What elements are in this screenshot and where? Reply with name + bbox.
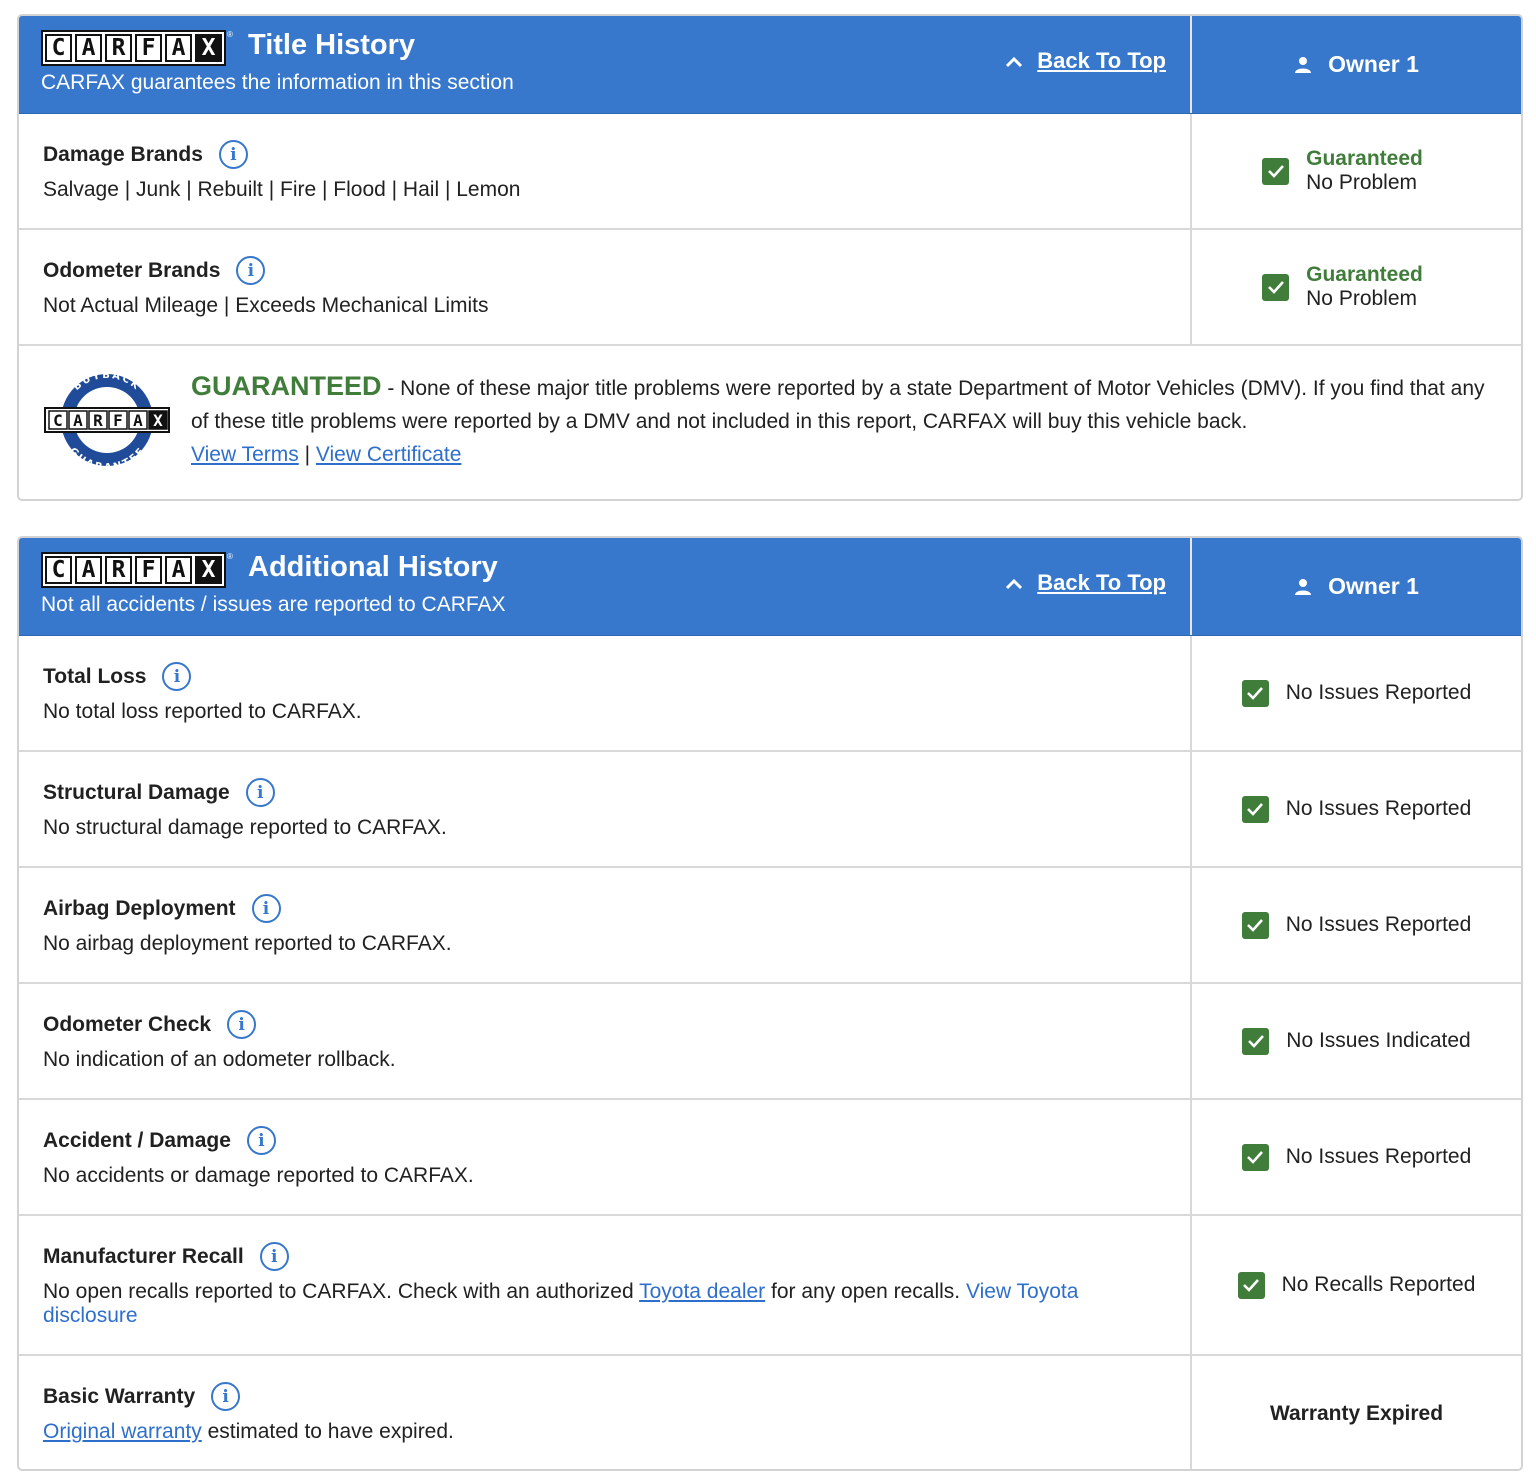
checkmark-icon [1241, 1143, 1269, 1171]
guarantee-text: - None of these major title problems wer… [191, 377, 1485, 433]
person-icon [1294, 578, 1312, 596]
status-badge: Guaranteed No Problem [1262, 147, 1423, 195]
odometer-check-row: Odometer Check i No indication of an odom… [19, 984, 1521, 1100]
manufacturer-recall-row: Manufacturer Recall i No open recalls rep… [19, 1216, 1521, 1356]
airbag-deployment-row: Airbag Deployment i No airbag deployment … [19, 868, 1521, 984]
basic-warranty-row: Basic Warranty i Original warranty estima… [19, 1356, 1521, 1469]
status-badge: No Issues Reported [1241, 795, 1471, 823]
accident-damage-row: Accident / Damage i No accidents or damag… [19, 1100, 1521, 1216]
svg-text:R: R [93, 411, 103, 430]
total-loss-row: Total Loss i No total loss reported to CA… [19, 636, 1521, 752]
guaranteed-heading: GUARANTEED [191, 371, 382, 401]
status-badge: Guaranteed No Problem [1262, 263, 1423, 311]
section-subtitle: CARFAX guarantees the information in thi… [41, 71, 514, 94]
title-history-section: C A R F A X ® Title History CARFAX guara… [17, 14, 1523, 501]
checkmark-icon [1262, 273, 1290, 301]
info-icon[interactable]: i [246, 1126, 276, 1155]
info-icon[interactable]: i [251, 894, 281, 923]
info-icon[interactable]: i [227, 1010, 257, 1039]
section-subtitle: Not all accidents / issues are reported … [41, 593, 506, 616]
checkmark-icon [1237, 1271, 1265, 1299]
chevron-up-icon [1005, 48, 1023, 74]
svg-text:X: X [153, 411, 163, 430]
info-icon[interactable]: i [218, 140, 248, 169]
checkmark-icon [1242, 1027, 1270, 1055]
checkmark-icon [1262, 157, 1290, 185]
section-title: Title History [248, 29, 416, 61]
checkmark-icon [1241, 911, 1269, 939]
svg-text:F: F [113, 411, 123, 430]
additional-history-header: C A R F A X ® Additional History Not all… [19, 538, 1521, 636]
info-icon[interactable]: i [245, 778, 275, 807]
damage-brands-row: Damage Brands i Salvage | Junk | Rebuilt… [19, 114, 1521, 230]
info-icon[interactable]: i [236, 256, 266, 285]
info-icon[interactable]: i [211, 1382, 241, 1411]
title-history-header: C A R F A X ® Title History CARFAX guara… [19, 16, 1521, 114]
status-badge: No Recalls Reported [1237, 1271, 1475, 1299]
section-title: Additional History [248, 551, 498, 583]
checkmark-icon [1241, 795, 1269, 823]
svg-text:C: C [53, 411, 63, 430]
buyback-guarantee-seal: BUYBACK GUARANTEE C A R F A X [43, 370, 171, 474]
svg-text:A: A [73, 411, 83, 430]
buyback-guarantee: BUYBACK GUARANTEE C A R F A X GUARANTEED… [19, 346, 1521, 474]
status-badge: No Issues Indicated [1242, 1027, 1471, 1055]
status-badge: No Issues Reported [1241, 911, 1471, 939]
structural-damage-row: Structural Damage i No structural damage … [19, 752, 1521, 868]
additional-history-section: C A R F A X ® Additional History Not all… [17, 536, 1523, 1471]
svg-text:A: A [133, 411, 143, 430]
carfax-logo: C A R F A X ® [41, 30, 233, 66]
back-to-top-link[interactable]: Back To Top [1005, 48, 1166, 74]
carfax-logo: C A R F A X ® [41, 552, 233, 588]
status-badge: No Issues Reported [1241, 679, 1471, 707]
checkmark-icon [1241, 679, 1269, 707]
chevron-up-icon [1005, 570, 1023, 596]
view-terms-link[interactable]: View Terms [191, 443, 299, 466]
odometer-brands-row: Odometer Brands i Not Actual Mileage | E… [19, 230, 1521, 346]
toyota-dealer-link[interactable]: Toyota dealer [639, 1280, 765, 1303]
info-icon[interactable]: i [259, 1242, 289, 1271]
owner-column-header: Owner 1 [1192, 16, 1521, 113]
original-warranty-link[interactable]: Original warranty [43, 1420, 202, 1443]
info-icon[interactable]: i [162, 662, 192, 691]
status-badge: No Issues Reported [1241, 1143, 1471, 1171]
owner-column-header: Owner 1 [1192, 538, 1521, 635]
back-to-top-link[interactable]: Back To Top [1005, 570, 1166, 596]
warranty-status: Warranty Expired [1269, 1402, 1444, 1425]
view-certificate-link[interactable]: View Certificate [316, 443, 462, 466]
person-icon [1294, 56, 1312, 74]
